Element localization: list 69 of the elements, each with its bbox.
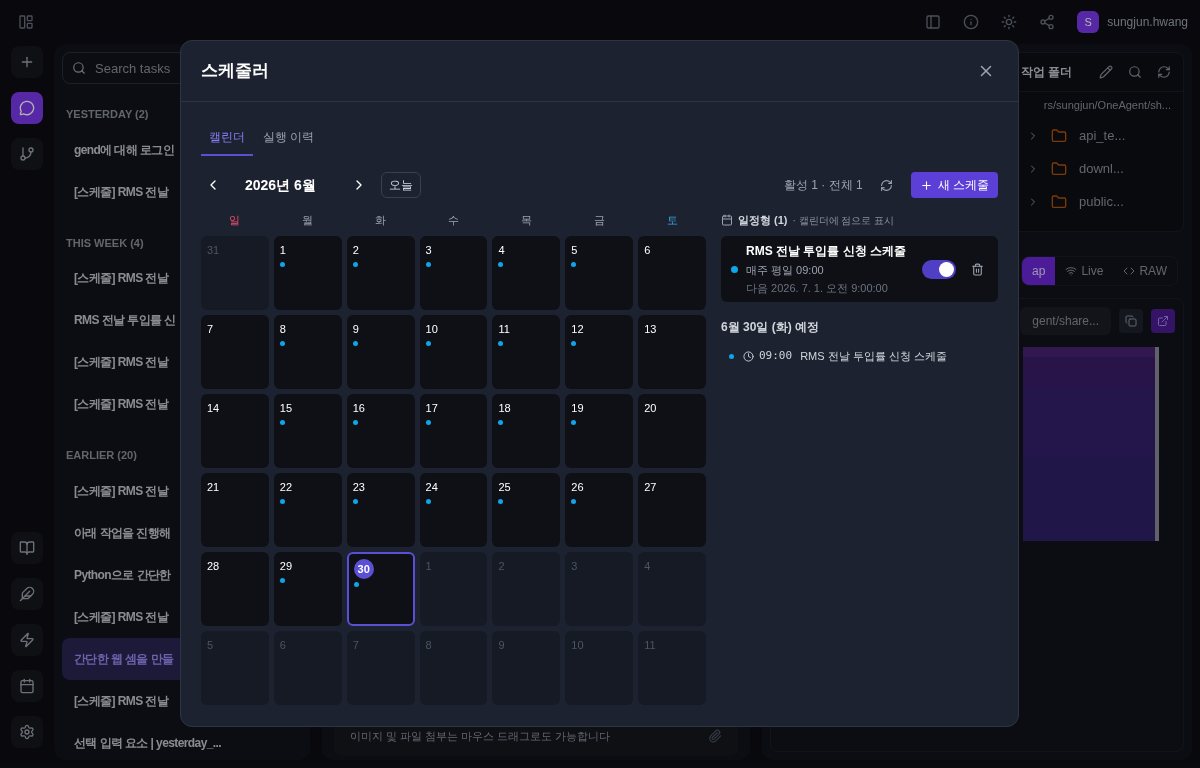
day-number: 1 (425, 559, 433, 574)
composer-hint: 이미지 및 파일 첨부는 마우스 드래그로도 가능합니다 (350, 728, 611, 744)
user-name: sungjun.hwang (1107, 14, 1188, 31)
day-number: 13 (644, 322, 658, 337)
weekday-label: 토 (665, 213, 679, 228)
day-number: 4 (498, 243, 506, 258)
section-title: 일정형 (1) (738, 212, 788, 228)
weekday-label: 일 (228, 213, 242, 228)
group-heading: YESTERDAY (2) (65, 107, 150, 122)
day-number: 16 (352, 401, 366, 416)
day-number: 8 (279, 322, 287, 337)
day-number: 14 (207, 401, 221, 416)
day-number: 11 (498, 322, 511, 337)
agenda-title: 6월 30일 (화) 예정 (721, 319, 820, 336)
day-number: 26 (571, 480, 585, 495)
day-number: 27 (644, 480, 658, 495)
schedule-counts: 활성 1 · 전체 1 (783, 177, 863, 194)
day-number: 24 (425, 480, 439, 495)
day-number: 20 (644, 401, 658, 416)
day-number: 2 (498, 559, 506, 574)
month-title: 2026년 6월 (245, 175, 317, 195)
section-note: · 캘린더에 점으로 표시 (792, 213, 895, 228)
day-number: 1 (279, 243, 287, 258)
folder-name: downl... (1079, 159, 1124, 178)
day-number: 6 (644, 243, 652, 258)
day-number: 5 (207, 638, 215, 653)
day-number: 15 (279, 401, 294, 416)
folder-path: rs/sungjun/OneAgent/sh... (1043, 98, 1171, 114)
weekday-label: 월 (301, 213, 315, 228)
weekday-label: 화 (374, 213, 388, 228)
day-number: 3 (571, 559, 579, 574)
day-number: 31 (207, 243, 221, 258)
day-number: 22 (279, 480, 294, 495)
weekday-label: 수 (447, 213, 460, 228)
day-number: 3 (425, 243, 433, 258)
day-number: 17 (425, 401, 439, 416)
folder-name: public... (1079, 192, 1124, 211)
schedule-title: RMS 전날 투입률 신청 스케줄 (746, 242, 907, 260)
day-number: 2 (352, 243, 360, 258)
folder-title: 작업 폴더 (1020, 64, 1072, 81)
day-number: 12 (571, 322, 585, 337)
day-number: 18 (498, 401, 512, 416)
weekday-label: 목 (519, 213, 533, 228)
day-number: 25 (498, 480, 512, 495)
day-number: 9 (352, 322, 360, 337)
folder-name: api_te... (1079, 126, 1126, 145)
group-heading: EARLIER (20) (65, 448, 138, 463)
day-number: 11 (644, 638, 657, 653)
agenda-time: 09:00 (759, 348, 793, 364)
group-heading: THIS WEEK (4) (65, 235, 145, 251)
day-number: 29 (279, 559, 294, 574)
day-number: 4 (644, 559, 652, 574)
day-number: 19 (571, 401, 585, 416)
day-number: 28 (207, 559, 221, 574)
day-number: 21 (207, 480, 221, 495)
day-number: 10 (571, 638, 585, 653)
day-number: 5 (571, 243, 579, 258)
day-number: 23 (352, 480, 366, 495)
schedule-next-run: 다음 2026. 7. 1. 오전 9:00:00 (746, 281, 889, 296)
weekday-label: 금 (592, 213, 606, 228)
day-number: 10 (425, 322, 439, 337)
day-number: 30 (353, 559, 374, 579)
day-number: 8 (425, 638, 433, 653)
agenda-event-title: RMS 전날 투입률 신청 스케줄 (800, 349, 947, 364)
dialog-title: 스케줄러 (201, 60, 269, 83)
day-number: 7 (207, 322, 215, 337)
schedule-recurrence: 매주 평일 09:00 (746, 262, 825, 278)
day-number: 7 (352, 638, 360, 653)
day-number: 9 (498, 638, 506, 653)
